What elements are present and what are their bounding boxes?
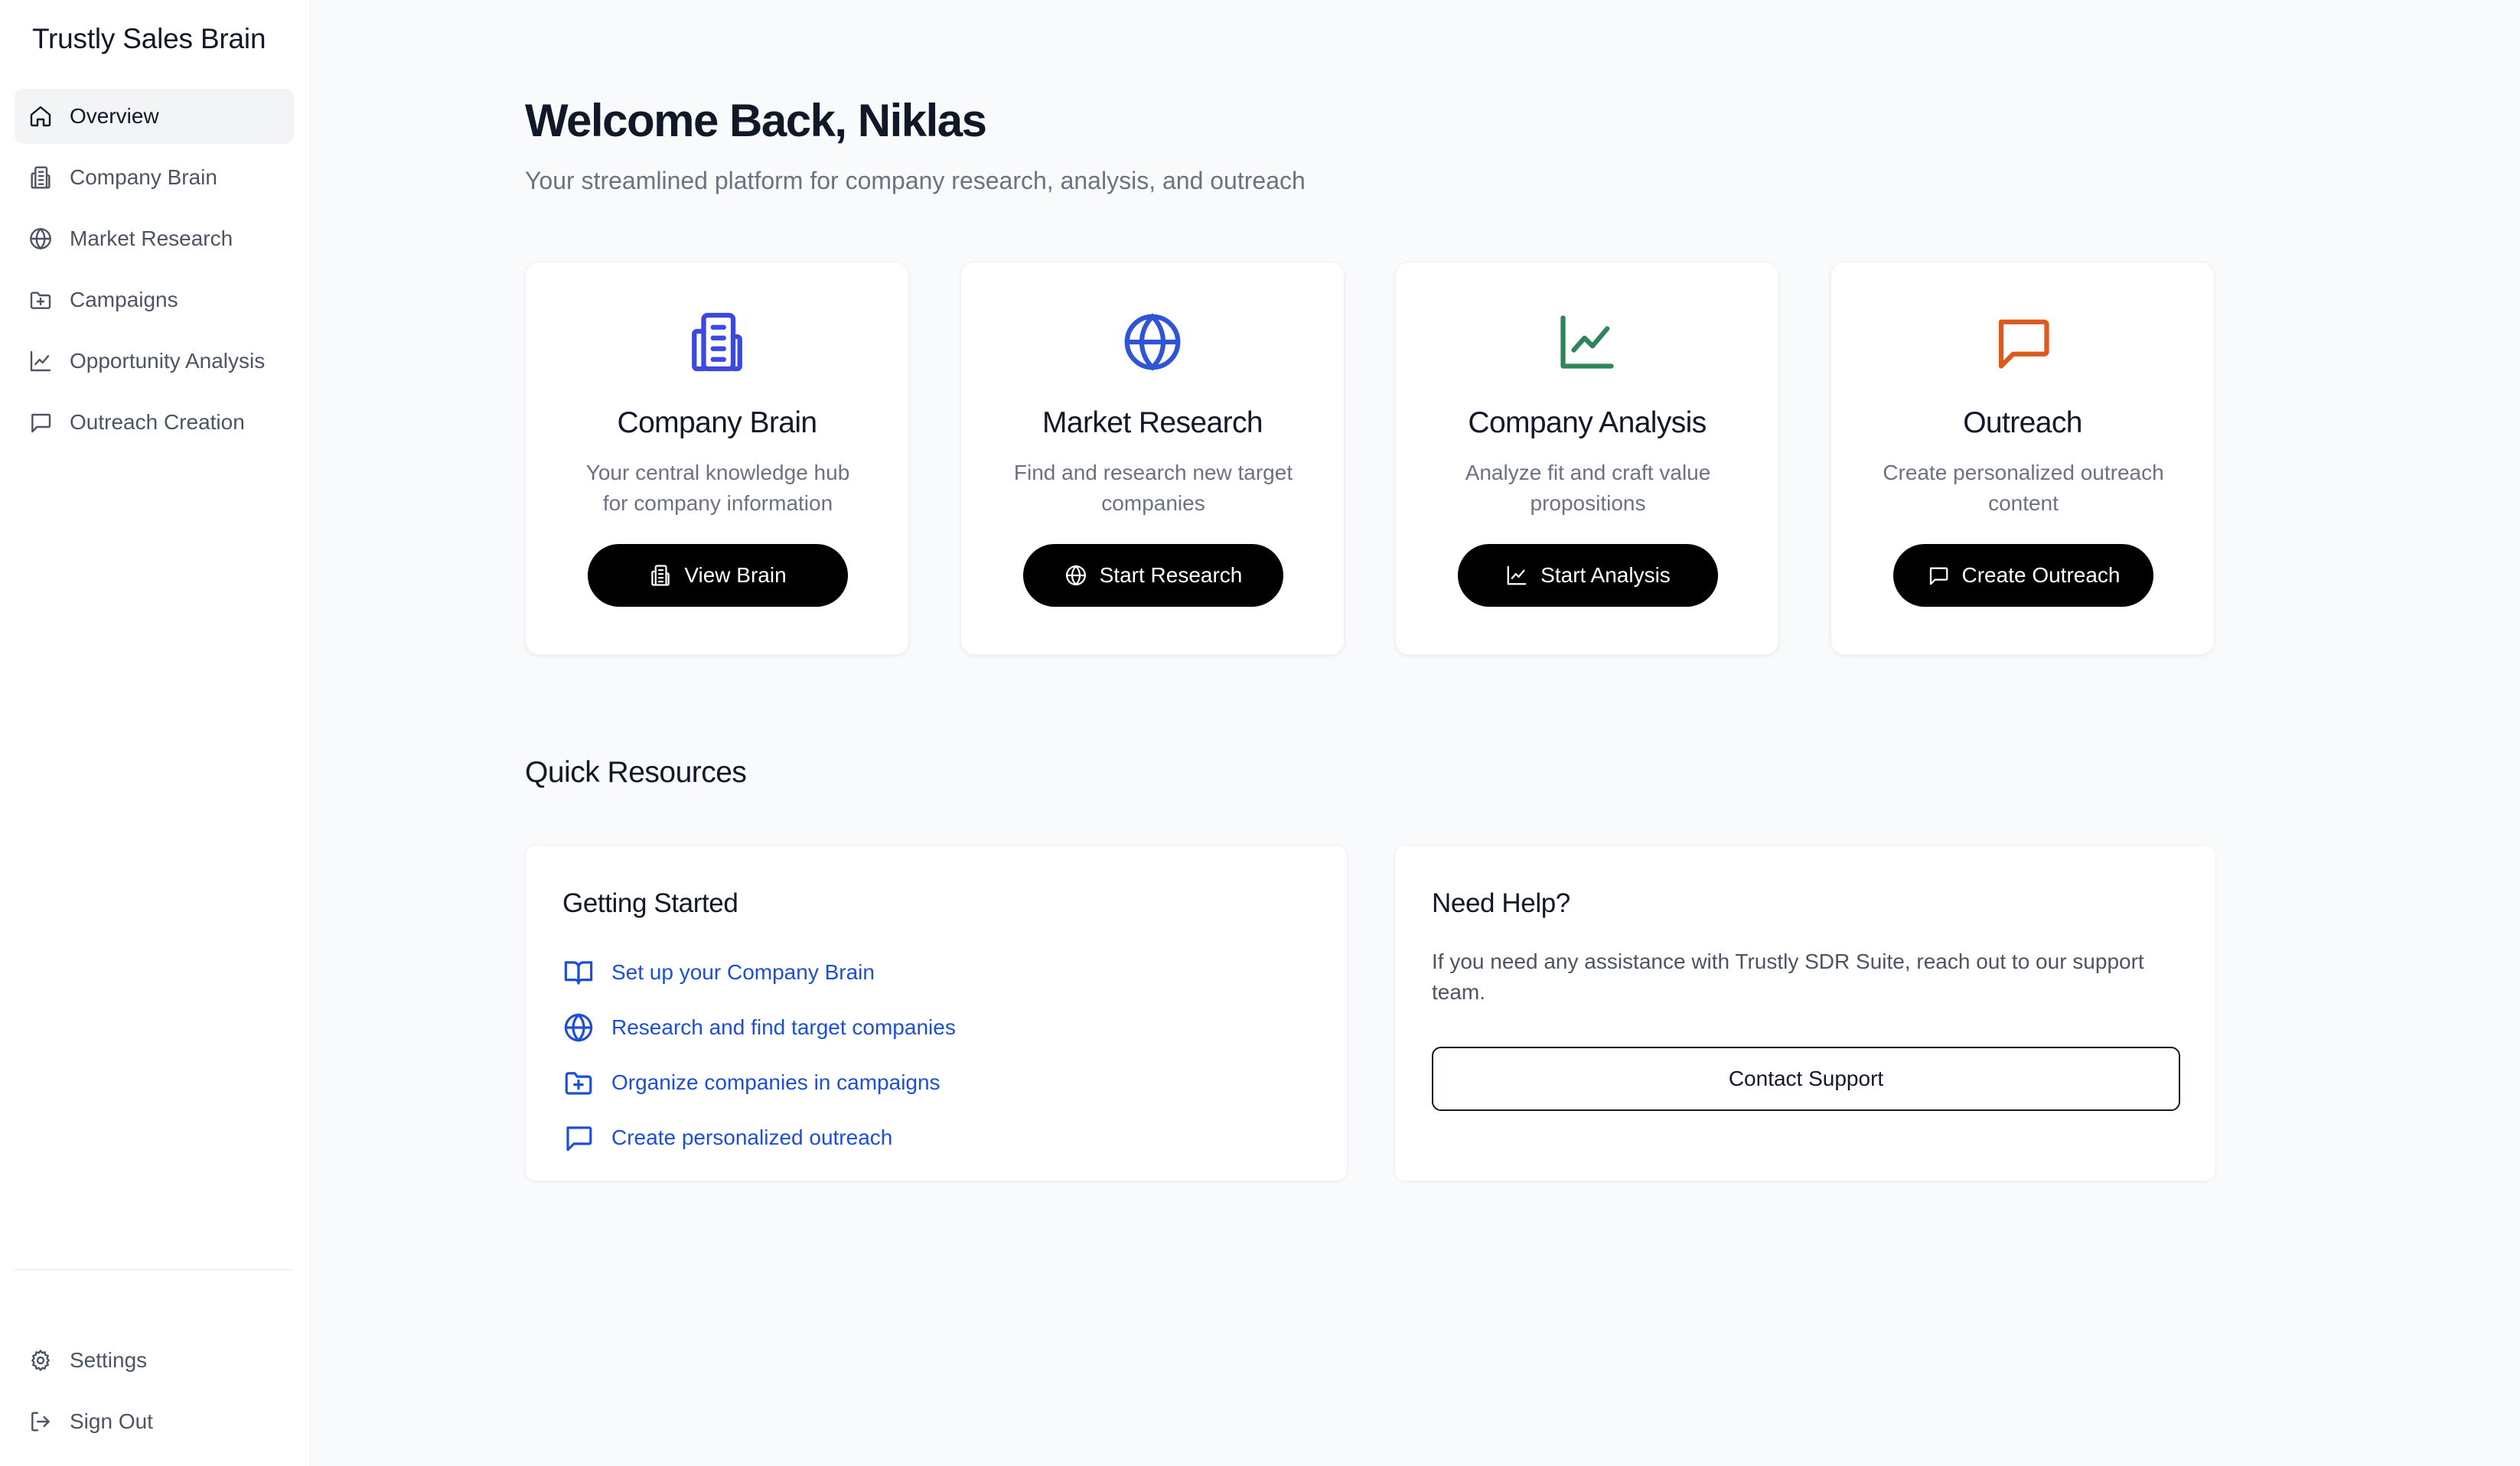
message-square-icon: [27, 409, 54, 436]
card-title: Company Brain: [617, 406, 818, 439]
sidebar-item-label: Market Research: [70, 226, 233, 250]
log-out-icon: [27, 1408, 54, 1435]
card-market-research: Market Research Find and research new ta…: [960, 262, 1345, 655]
getting-started-panel: Getting Started Set up your Company Brai…: [525, 845, 1348, 1181]
resource-link-outreach[interactable]: Create personalized outreach: [562, 1110, 956, 1165]
sidebar-bottom-nav: Settings Sign Out: [15, 1333, 294, 1455]
resource-link-label: Create personalized outreach: [611, 1126, 893, 1149]
sidebar-item-outreach-creation[interactable]: Outreach Creation: [15, 395, 294, 450]
card-outreach: Outreach Create personalized outreach co…: [1831, 262, 2215, 655]
resource-link-label: Set up your Company Brain: [611, 960, 875, 984]
folder-plus-icon: [562, 1067, 595, 1099]
card-description: Create personalized outreach content: [1883, 461, 2164, 515]
sidebar-item-opportunity-analysis[interactable]: Opportunity Analysis: [15, 334, 294, 389]
start-analysis-button[interactable]: Start Analysis: [1458, 544, 1718, 607]
sidebar-item-settings[interactable]: Settings: [15, 1333, 294, 1388]
sidebar-item-label: Settings: [70, 1348, 148, 1372]
resource-link-label: Organize companies in campaigns: [611, 1070, 941, 1094]
building-icon: [526, 310, 908, 374]
page-title: Welcome Back, Niklas: [525, 95, 987, 146]
line-chart-icon: [1505, 564, 1528, 587]
message-square-icon: [1927, 564, 1950, 587]
globe-icon: [27, 225, 54, 252]
card-title: Market Research: [1042, 406, 1263, 439]
sidebar: Trustly Sales Brain Overview Company Bra…: [0, 0, 311, 1466]
sidebar-item-overview[interactable]: Overview: [15, 89, 294, 144]
resource-link-research[interactable]: Research and find target companies: [562, 1000, 956, 1055]
message-square-icon: [562, 1122, 595, 1154]
folder-plus-icon: [27, 286, 54, 314]
app-title: Trustly Sales Brain: [32, 23, 266, 54]
resource-link-company-brain[interactable]: Set up your Company Brain: [562, 945, 956, 1000]
card-title: Company Analysis: [1468, 406, 1707, 439]
button-label: Start Analysis: [1540, 563, 1671, 587]
sidebar-item-label: Company Brain: [70, 165, 217, 189]
card-description: Find and research new target companies: [1013, 461, 1293, 515]
sidebar-item-label: Campaigns: [70, 288, 178, 311]
home-icon: [27, 103, 54, 130]
card-company-brain: Company Brain Your central knowledge hub…: [525, 262, 909, 655]
globe-icon: [562, 1012, 595, 1044]
card-title: Outreach: [1963, 406, 2082, 439]
card-description: Analyze fit and craft value propositions: [1465, 461, 1711, 515]
quick-resources-title: Quick Resources: [525, 756, 747, 789]
line-chart-icon: [27, 347, 54, 375]
sidebar-item-market-research[interactable]: Market Research: [15, 211, 294, 266]
page-subtitle: Your streamlined platform for company re…: [525, 167, 1306, 194]
globe-icon: [1064, 564, 1087, 587]
sidebar-item-sign-out[interactable]: Sign Out: [15, 1394, 294, 1449]
globe-icon: [961, 310, 1344, 374]
sidebar-item-label: Overview: [70, 104, 159, 128]
sidebar-nav: Overview Company Brain Market Research C…: [15, 89, 294, 456]
sidebar-item-campaigns[interactable]: Campaigns: [15, 272, 294, 327]
feature-cards: Company Brain Your central knowledge hub…: [525, 262, 2216, 655]
help-text: If you need any assistance with Trustly …: [1432, 950, 2144, 1004]
button-label: View Brain: [684, 563, 787, 587]
card-description: Your central knowledge hub for company i…: [585, 461, 850, 515]
resource-list: Set up your Company Brain Research and f…: [562, 945, 956, 1165]
sidebar-divider: [15, 1269, 294, 1270]
panel-title: Need Help?: [1432, 888, 1570, 918]
resource-link-campaigns[interactable]: Organize companies in campaigns: [562, 1055, 956, 1110]
message-square-icon: [1831, 310, 2214, 374]
building-icon: [27, 164, 54, 191]
need-help-panel: Need Help? If you need any assistance wi…: [1394, 845, 2216, 1181]
line-chart-icon: [1396, 310, 1778, 374]
building-icon: [649, 564, 672, 587]
panel-title: Getting Started: [562, 888, 738, 918]
resource-link-label: Research and find target companies: [611, 1015, 956, 1039]
create-outreach-button[interactable]: Create Outreach: [1893, 544, 2153, 607]
book-open-icon: [562, 956, 595, 989]
card-company-analysis: Company Analysis Analyze fit and craft v…: [1395, 262, 1779, 655]
button-label: Create Outreach: [1961, 563, 2121, 587]
sidebar-item-company-brain[interactable]: Company Brain: [15, 150, 294, 205]
gear-icon: [27, 1347, 54, 1374]
start-research-button[interactable]: Start Research: [1023, 544, 1283, 607]
sidebar-item-label: Opportunity Analysis: [70, 349, 266, 373]
contact-support-button[interactable]: Contact Support: [1432, 1047, 2180, 1111]
sidebar-item-label: Outreach Creation: [70, 410, 245, 434]
sidebar-item-label: Sign Out: [70, 1409, 153, 1433]
view-brain-button[interactable]: View Brain: [588, 544, 848, 607]
button-label: Start Research: [1099, 563, 1243, 587]
